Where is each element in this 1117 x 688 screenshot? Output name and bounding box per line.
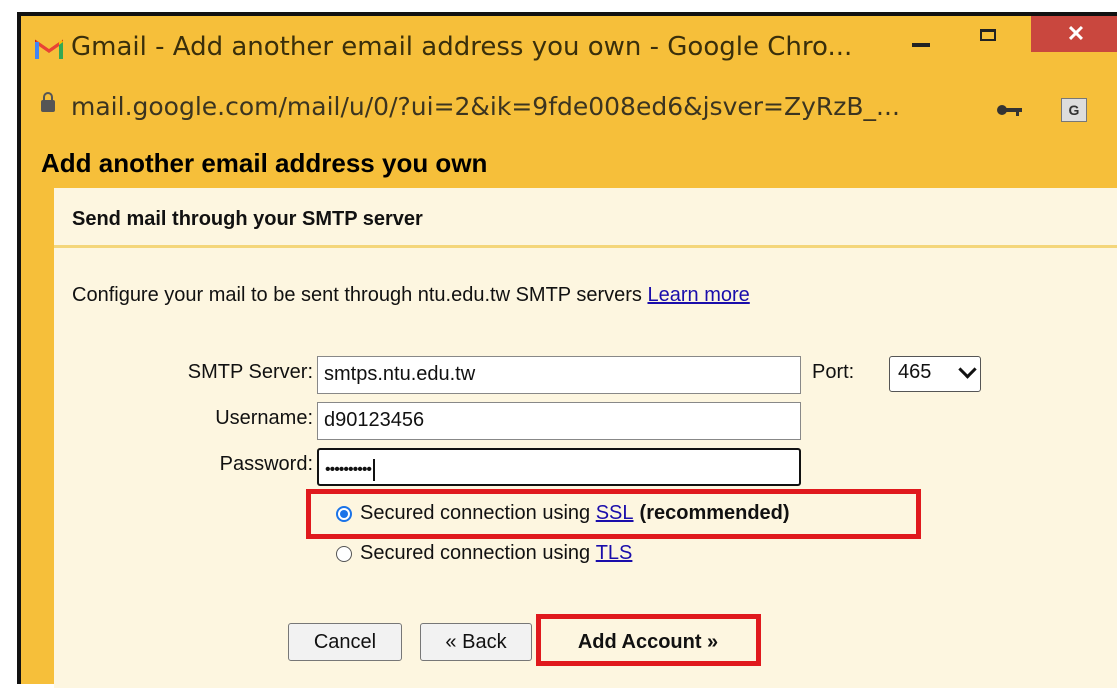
maximize-button[interactable] — [968, 20, 1008, 60]
password-label: Password: — [219, 453, 313, 475]
maximize-icon — [980, 29, 996, 41]
password-input[interactable]: •••••••••• — [317, 448, 801, 486]
username-input[interactable]: d90123456 — [317, 402, 801, 440]
description: Configure your mail to be sent through n… — [72, 284, 750, 307]
ssl-link[interactable]: SSL — [596, 502, 634, 525]
section-title: Send mail through your SMTP server — [72, 208, 423, 230]
key-icon[interactable] — [996, 102, 1024, 118]
port-select[interactable]: 465 — [889, 356, 981, 392]
dialog-title: Add another email address you own — [41, 148, 488, 178]
tls-radio[interactable] — [336, 545, 352, 562]
minimize-icon — [912, 43, 930, 47]
password-value: •••••••••• — [325, 461, 372, 479]
translate-icon[interactable]: G — [1061, 98, 1087, 122]
close-button[interactable]: ✕ — [1031, 16, 1117, 52]
back-button[interactable]: « Back — [420, 623, 532, 661]
tls-link[interactable]: TLS — [596, 542, 633, 565]
text-cursor — [373, 459, 376, 481]
url-text[interactable]: mail.google.com/mail/u/0/?ui=2&ik=9fde00… — [71, 92, 900, 121]
tls-label: Secured connection using — [360, 542, 596, 564]
browser-window: Gmail - Add another email address you ow… — [17, 12, 1117, 688]
lock-icon — [41, 92, 55, 112]
tls-option[interactable]: Secured connection using TLS — [336, 542, 632, 565]
minimize-button[interactable] — [901, 20, 941, 60]
port-value: 465 — [898, 361, 932, 383]
chevron-down-icon — [958, 360, 977, 379]
add-account-button[interactable]: Add Account » — [548, 623, 748, 661]
port-label: Port: — [812, 361, 855, 383]
close-icon: ✕ — [1066, 21, 1086, 46]
address-bar: mail.google.com/mail/u/0/?ui=2&ik=9fde00… — [21, 78, 1117, 140]
ssl-radio[interactable] — [336, 505, 352, 522]
dialog-panel: Send mail through your SMTP server Confi… — [54, 188, 1117, 688]
ssl-recommended: (recommended) — [639, 502, 790, 524]
window-title: Gmail - Add another email address you ow… — [71, 32, 853, 62]
username-label: Username: — [215, 407, 313, 429]
ssl-label: Secured connection using — [360, 502, 596, 524]
smtp-server-label: SMTP Server: — [187, 361, 313, 383]
cancel-button[interactable]: Cancel — [288, 623, 402, 661]
ssl-option[interactable]: Secured connection using SSL (recommende… — [336, 502, 790, 525]
gmail-icon — [35, 39, 63, 59]
section-header: Send mail through your SMTP server — [54, 188, 1117, 248]
description-text: Configure your mail to be sent through n… — [72, 284, 642, 306]
smtp-server-input[interactable]: smtps.ntu.edu.tw — [317, 356, 801, 394]
learn-more-link[interactable]: Learn more — [647, 284, 749, 306]
title-bar: Gmail - Add another email address you ow… — [21, 16, 1117, 78]
